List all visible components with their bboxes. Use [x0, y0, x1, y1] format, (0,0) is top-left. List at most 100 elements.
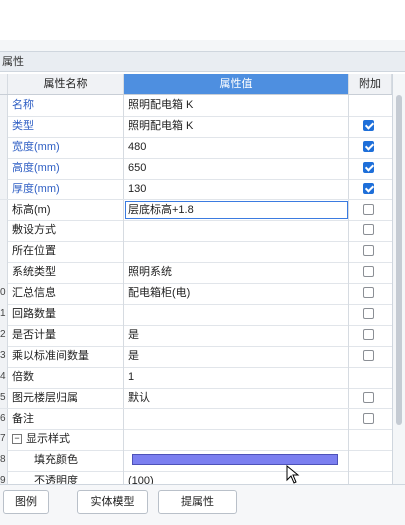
header-row-number — [0, 74, 8, 94]
property-value[interactable] — [124, 408, 349, 430]
attach-checkbox[interactable] — [363, 161, 374, 173]
property-value[interactable] — [124, 220, 349, 242]
table-row[interactable]: 类型 照明配电箱 K — [0, 115, 392, 138]
table-row[interactable]: 0 汇总信息 配电箱柜(电) — [0, 283, 392, 305]
header-value[interactable]: 属性值 — [124, 74, 349, 94]
legend-button[interactable]: 图例 — [3, 490, 49, 514]
table-row[interactable]: 标高(m) 层底标高+1.8 — [0, 199, 392, 222]
property-value[interactable] — [124, 450, 349, 472]
attach-checkbox[interactable] — [363, 308, 374, 319]
solid-model-button[interactable]: 实体模型 — [77, 490, 148, 514]
attach-checkbox[interactable] — [363, 224, 374, 236]
table-row[interactable]: 3 乘以标准间数量 是 — [0, 345, 392, 368]
add-cell — [349, 220, 392, 241]
table-row[interactable]: 名称 照明配电箱 K — [0, 95, 392, 117]
add-cell — [349, 409, 392, 430]
collapse-icon[interactable]: − — [12, 434, 22, 445]
attach-checkbox[interactable] — [363, 412, 374, 424]
property-name: 倍数 — [8, 366, 124, 388]
header-add[interactable]: 附加 — [349, 74, 392, 94]
row-number — [0, 115, 8, 137]
property-value[interactable]: 130 — [124, 178, 349, 200]
attach-checkbox[interactable] — [363, 182, 374, 194]
grid-header: 属性名称 属性值 附加 — [0, 74, 392, 95]
property-value[interactable]: 照明系统 — [124, 262, 349, 284]
mouse-pointer-icon — [286, 465, 300, 484]
scrollbar-thumb[interactable] — [396, 95, 402, 425]
property-value[interactable]: 是 — [124, 324, 349, 346]
row-number: 8 — [0, 450, 8, 472]
attach-checkbox[interactable] — [363, 203, 374, 215]
table-row[interactable]: 敷设方式 — [0, 220, 392, 243]
table-row[interactable]: 2 是否计量 是 — [0, 324, 392, 347]
property-name-label: 厚度(mm) — [12, 182, 60, 195]
property-name-label: 乘以标准间数量 — [12, 349, 89, 362]
attach-checkbox[interactable] — [363, 328, 374, 340]
attach-checkbox[interactable] — [363, 140, 374, 152]
table-row[interactable]: 4 倍数 1 — [0, 366, 392, 389]
property-value[interactable]: 是 — [124, 345, 349, 367]
property-value[interactable]: 照明配电箱 K — [124, 115, 349, 137]
table-row[interactable]: 系统类型 照明系统 — [0, 262, 392, 285]
table-row[interactable]: 8 填充颜色 — [0, 450, 392, 473]
add-cell — [349, 137, 392, 158]
table-row[interactable]: 宽度(mm) 480 — [0, 136, 392, 159]
attach-checkbox[interactable] — [363, 119, 374, 131]
attach-checkbox[interactable] — [363, 287, 374, 299]
attach-checkbox[interactable] — [363, 349, 374, 361]
add-cell — [349, 325, 392, 346]
row-number: 5 — [0, 387, 8, 409]
property-name: 系统类型 — [8, 262, 124, 284]
property-name: 是否计量 — [8, 324, 124, 346]
add-cell — [349, 158, 392, 179]
property-name-label: 名称 — [12, 99, 34, 111]
property-value[interactable]: 650 — [124, 157, 349, 179]
attach-checkbox[interactable] — [363, 391, 374, 403]
property-name: 所在位置 — [8, 241, 124, 263]
property-value[interactable] — [124, 429, 349, 451]
property-name: 厚度(mm) — [8, 178, 124, 200]
property-value-input[interactable]: 层底标高+1.8 — [124, 199, 349, 221]
attach-checkbox[interactable] — [363, 266, 374, 278]
extract-properties-button[interactable]: 提属性 — [158, 490, 237, 514]
table-row[interactable]: 5 图元楼层归属 默认 — [0, 387, 392, 410]
property-name-label: 图元楼层归属 — [12, 391, 78, 404]
property-value[interactable] — [124, 241, 349, 263]
property-name-label: 备注 — [12, 412, 34, 425]
header-name[interactable]: 属性名称 — [8, 74, 124, 94]
property-name-label: 回路数量 — [12, 308, 56, 320]
table-row[interactable]: 所在位置 — [0, 241, 392, 264]
property-value[interactable]: 配电箱柜(电) — [124, 283, 349, 304]
add-cell — [349, 283, 392, 304]
panel-title: 属性 — [0, 51, 405, 72]
table-row[interactable]: 厚度(mm) 130 — [0, 178, 392, 201]
row-number — [0, 95, 8, 116]
property-value[interactable]: (100) — [124, 471, 349, 484]
property-value[interactable] — [124, 304, 349, 325]
property-name-label: 是否计量 — [12, 328, 56, 341]
add-cell — [349, 200, 392, 221]
property-name-label: 填充颜色 — [34, 454, 78, 467]
table-row[interactable]: 1 回路数量 — [0, 304, 392, 326]
property-name-label: 敷设方式 — [12, 224, 56, 237]
fill-color-swatch[interactable] — [132, 454, 338, 466]
property-grid: 属性名称 属性值 附加 名称 照明配电箱 K 类型 照明配电箱 K 宽度(mm) 480 高… — [0, 74, 393, 484]
attach-checkbox[interactable] — [363, 245, 374, 257]
row-number: 9 — [0, 471, 8, 484]
property-value[interactable]: 照明配电箱 K — [124, 95, 349, 116]
table-row[interactable]: 7− 显示样式 — [0, 429, 392, 452]
property-name: 回路数量 — [8, 304, 124, 325]
property-value[interactable]: 1 — [124, 366, 349, 388]
table-row[interactable]: 6 备注 — [0, 408, 392, 431]
row-number: 2 — [0, 324, 8, 346]
table-row[interactable]: 高度(mm) 650 — [0, 157, 392, 180]
row-number: 1 — [0, 304, 8, 325]
property-name: 图元楼层归属 — [8, 387, 124, 409]
row-number — [0, 220, 8, 242]
table-row[interactable]: 9 不透明度 (100) — [0, 471, 392, 484]
property-name-label: 标高(m) — [12, 203, 51, 216]
property-value[interactable]: 480 — [124, 136, 349, 158]
add-cell — [349, 262, 392, 283]
property-value[interactable]: 默认 — [124, 387, 349, 409]
row-number — [0, 262, 8, 284]
